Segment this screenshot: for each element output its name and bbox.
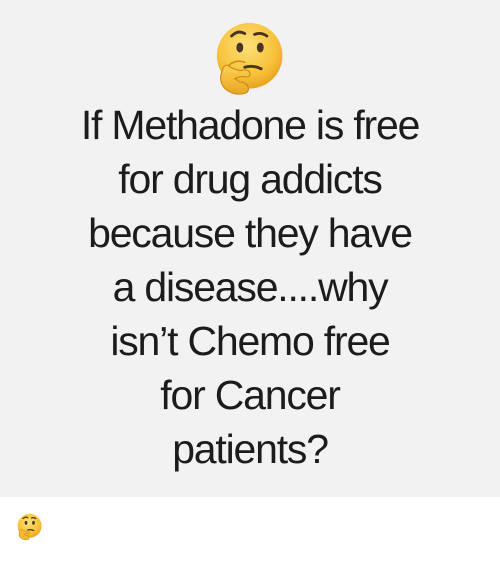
meme-image: If Methadone is free for drug addicts be… [0,0,500,497]
meme-text: If Methadone is free for drug addicts be… [0,98,500,476]
meme-text-line: If Methadone is free [80,102,421,148]
meme-text-line: for Cancer [160,372,341,418]
meme-text-line: a disease....why [112,264,389,310]
meme-text-line: isn’t Chemo free [110,318,391,364]
meme-text-line: for drug addicts [118,156,383,202]
caption-bar [0,497,500,566]
thinking-face-icon [216,22,283,95]
meme-text-line: because they have [88,210,413,256]
thinking-face-icon [17,513,42,541]
meme-text-line: patients? [172,426,329,472]
